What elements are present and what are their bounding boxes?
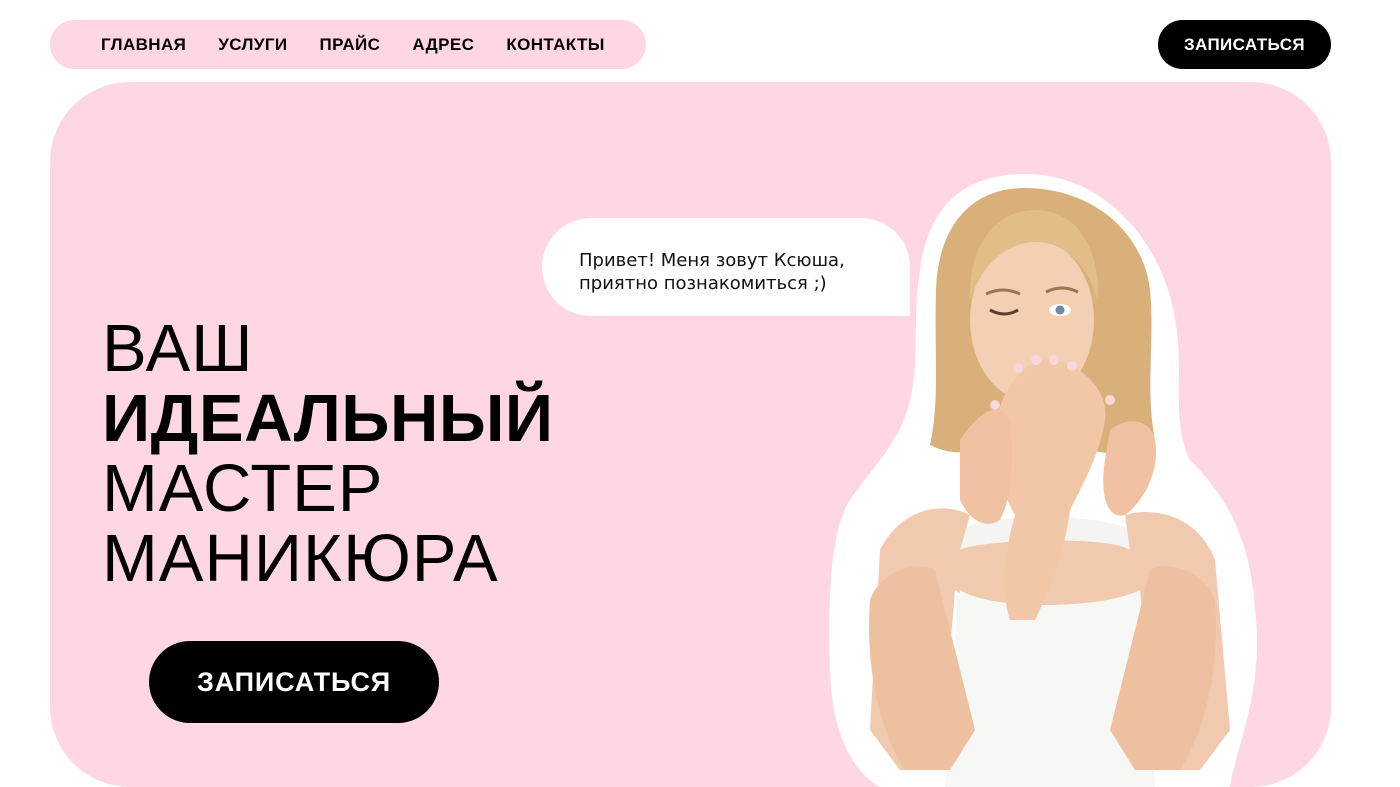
nav-item-home[interactable]: ГЛАВНАЯ bbox=[101, 35, 186, 55]
main-nav: ГЛАВНАЯ УСЛУГИ ПРАЙС АДРЕС КОНТАКТЫ bbox=[50, 20, 646, 69]
headline-line-2: ИДЕАЛЬНЫЙ bbox=[102, 381, 554, 456]
header-book-button[interactable]: ЗАПИСАТЬСЯ bbox=[1158, 20, 1331, 69]
nav-item-address[interactable]: АДРЕС bbox=[412, 35, 474, 55]
headline-line-3: МАСТЕР bbox=[102, 451, 384, 526]
headline-line-4: МАНИКЮРА bbox=[102, 521, 499, 596]
hero-headline: ВАШ ИДЕАЛЬНЫЙ МАСТЕР МАНИКЮРА bbox=[102, 314, 554, 594]
hero-book-button[interactable]: ЗАПИСАТЬСЯ bbox=[149, 641, 439, 723]
nav-item-contacts[interactable]: КОНТАКТЫ bbox=[506, 35, 605, 55]
nav-item-price[interactable]: ПРАЙС bbox=[319, 35, 380, 55]
landing-page: ГЛАВНАЯ УСЛУГИ ПРАЙС АДРЕС КОНТАКТЫ ЗАПИ… bbox=[0, 0, 1400, 787]
hero-section: ВАШ ИДЕАЛЬНЫЙ МАСТЕР МАНИКЮРА ЗАПИСАТЬСЯ… bbox=[50, 82, 1331, 787]
nav-item-services[interactable]: УСЛУГИ bbox=[218, 35, 287, 55]
woman-portrait-photo bbox=[829, 174, 1258, 787]
headline-line-1: ВАШ bbox=[102, 311, 254, 386]
